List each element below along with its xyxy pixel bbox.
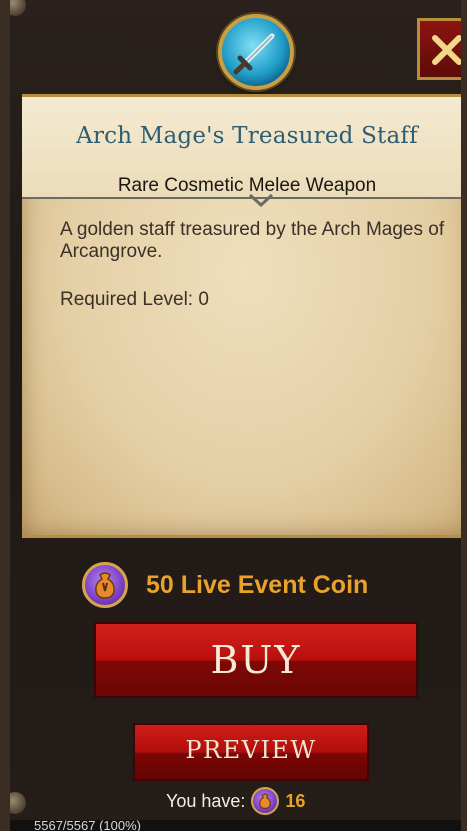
corner-stud-bottom-left xyxy=(10,792,26,814)
preview-label: PREVIEW xyxy=(185,736,317,764)
item-detail-panel: Arch Mage's Treasured Staff Rare Cosmeti… xyxy=(0,0,467,831)
item-type: Rare Cosmetic Melee Weapon xyxy=(117,175,377,196)
item-name: Arch Mage's Treasured Staff xyxy=(76,123,418,149)
coin-bag-icon xyxy=(82,562,128,608)
chevron-down-icon xyxy=(248,193,274,207)
owned-amount: 16 xyxy=(285,790,306,811)
corner-stud-top-left xyxy=(10,0,26,16)
buy-label: BUY xyxy=(210,638,302,682)
price-row: 50 Live Event Coin xyxy=(82,561,368,609)
required-level: Required Level: 0 xyxy=(60,289,209,310)
item-info-parchment: Arch Mage's Treasured Staff Rare Cosmeti… xyxy=(22,94,461,538)
currency-balance: You have: 16 xyxy=(166,787,305,815)
coin-bag-small-icon xyxy=(251,787,280,815)
sword-icon xyxy=(233,33,275,75)
buy-button[interactable]: BUY xyxy=(94,622,418,698)
preview-button[interactable]: PREVIEW xyxy=(133,723,369,781)
you-have-label: You have: xyxy=(166,790,246,811)
divider xyxy=(22,197,461,199)
price-text: 50 Live Event Coin xyxy=(146,570,369,599)
weapon-emblem xyxy=(218,14,294,90)
hp-readout: 5567/5567 (100%) xyxy=(34,818,141,831)
item-description: A golden staff treasured by the Arch Mag… xyxy=(60,219,445,262)
close-button[interactable] xyxy=(417,18,461,80)
close-icon xyxy=(432,35,461,65)
